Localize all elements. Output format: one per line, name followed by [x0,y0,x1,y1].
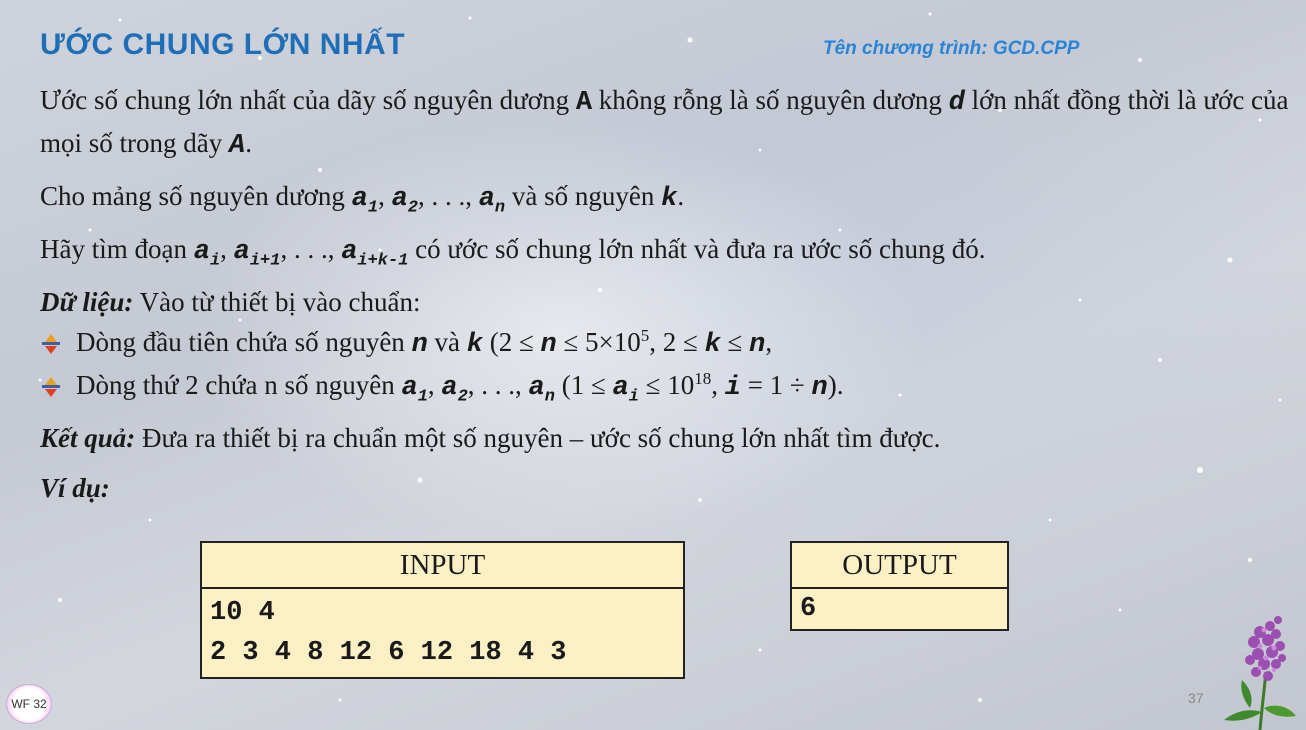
output-data: 6 [790,587,1009,631]
output-example-table: OUTPUT 6 [790,541,1009,631]
input-bullet-1: Dòng đầu tiên chứa số nguyên n và k (2 ≤… [40,322,1300,365]
input-line: 2 3 4 8 12 6 12 18 4 3 [210,638,567,668]
output-line: 6 [800,594,817,624]
input-example-table: INPUT 10 4 2 3 4 8 12 6 12 18 4 3 [200,541,685,679]
input-line: 10 4 [210,598,275,628]
output-section-heading: Kết quả: Đưa ra thiết bị ra chuẩn một số… [40,423,941,453]
page-number: 37 [1188,690,1204,706]
program-name: Tên chương trình: GCD.CPP [823,38,1080,59]
definition-paragraph: Ước số chung lớn nhất của dãy số nguyên … [40,85,1289,161]
page-title: ƯỚC CHUNG LỚN NHẤT [40,28,406,61]
problem-statement: Ước số chung lớn nhất của dãy số nguyên … [40,80,1300,518]
bullet-icon [40,333,62,355]
input-section-heading: Dữ liệu: Vào từ thiết bị vào chuẩn: [40,287,421,317]
output-header: OUTPUT [790,541,1009,589]
task-paragraph: Hãy tìm đoạn ai, ai+1, . . ., ai+k-1 có … [40,234,986,271]
input-bullet-2: Dòng thứ 2 chứa n số nguyên a1, a2, . . … [40,365,1300,408]
lilac-flower-icon [1224,616,1296,730]
input-data: 10 4 2 3 4 8 12 6 12 18 4 3 [200,587,685,679]
example-label: Ví dụ: [40,473,110,503]
input-header: INPUT [200,541,685,589]
given-paragraph: Cho mảng số nguyên dương a1, a2, . . ., … [40,181,685,218]
bullet-icon [40,376,62,398]
wf-badge: WF 32 [6,684,52,724]
